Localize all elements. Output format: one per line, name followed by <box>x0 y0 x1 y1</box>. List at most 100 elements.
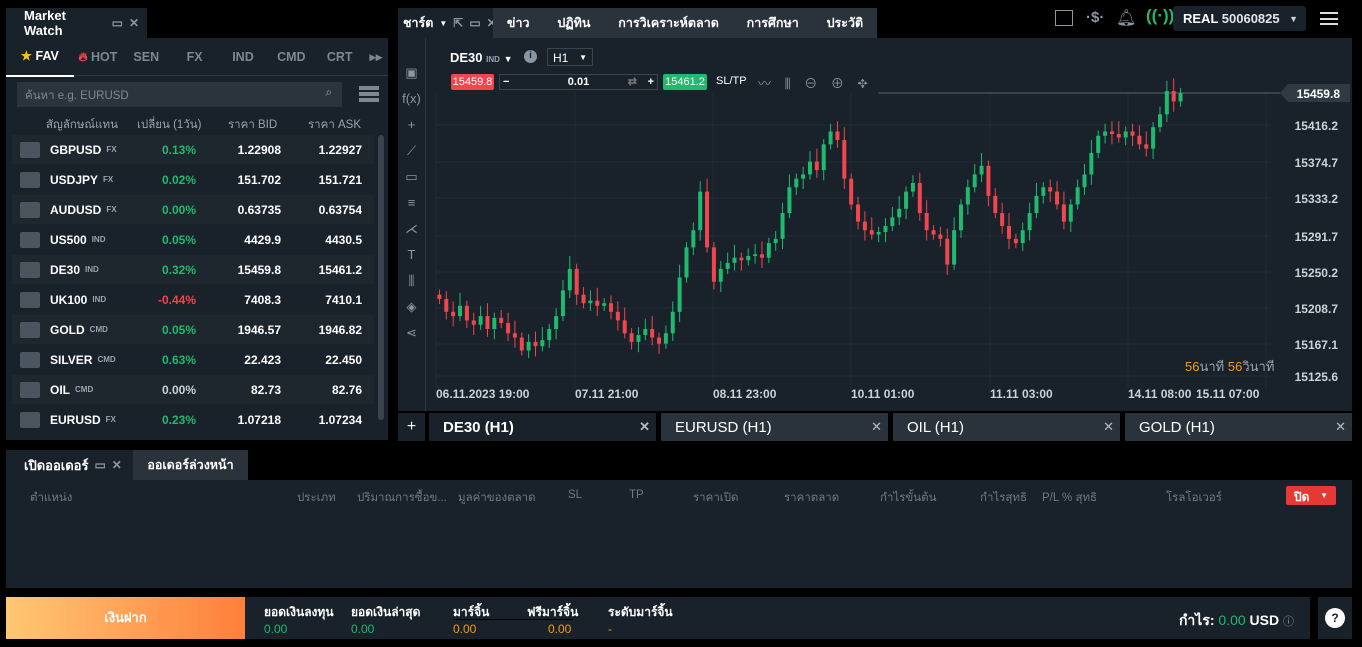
candle <box>1082 174 1087 188</box>
ask-price[interactable]: 7410.1 <box>325 293 362 307</box>
bid-price[interactable]: 1.22908 <box>238 143 281 157</box>
candle <box>938 234 943 239</box>
close-icon[interactable]: ✕ <box>1335 419 1346 435</box>
nav-calendar[interactable]: ปฏิทิน <box>557 13 590 33</box>
tab-label: EURUSD (H1) <box>675 418 772 436</box>
search-icon[interactable]: ⌕ <box>326 87 332 100</box>
maximize-icon[interactable]: ▭ <box>94 458 105 472</box>
market-watch-tab[interactable]: Market Watch ▭ ✕ <box>6 8 147 38</box>
open-orders-tab[interactable]: เปิดออเดอร์ ▭ ✕ <box>6 450 133 480</box>
close-icon[interactable]: ✕ <box>129 16 139 30</box>
chart-tab[interactable]: ชาร์ต ▼ ⇱ ▭ ✕ <box>398 8 497 38</box>
profit-display: กำไร: 0.00 USD ⓘ <box>1179 610 1294 632</box>
ask-price[interactable]: 1.22927 <box>319 143 362 157</box>
close-label: ปิด <box>1294 490 1310 504</box>
chart-tab-eurusd[interactable]: EURUSD (H1) ✕ <box>661 413 888 441</box>
tab-sen[interactable]: SEN <box>122 38 170 76</box>
candle <box>979 165 984 175</box>
ask-price[interactable]: 22.450 <box>325 353 362 367</box>
candle <box>560 290 565 317</box>
tab-cmd[interactable]: CMD <box>267 38 315 76</box>
watch-row[interactable]: UK100 IND -0.44% 7408.3 7410.1 <box>12 285 374 314</box>
tab-ind[interactable]: IND <box>219 38 267 76</box>
candle <box>1123 131 1128 138</box>
bid-price[interactable]: 151.702 <box>238 173 281 187</box>
account-type: REAL <box>1183 11 1219 26</box>
watch-row[interactable]: OIL CMD 0.00% 82.73 82.76 <box>12 375 374 404</box>
ask-price[interactable]: 15461.2 <box>319 263 362 277</box>
popout-icon[interactable]: ⇱ <box>453 16 463 30</box>
balance-label: ยอดเงินล่าสุด <box>351 605 421 619</box>
nav-history[interactable]: ประวัติ <box>827 13 864 33</box>
grid-view-icon[interactable] <box>359 86 379 102</box>
info-icon[interactable]: ⓘ <box>1283 616 1294 628</box>
search-placeholder: ค้นหา e.g. EURUSD <box>25 90 129 102</box>
chart-tab-gold[interactable]: GOLD (H1) ✕ <box>1125 413 1352 441</box>
sec-label: วินาที <box>1242 359 1275 374</box>
bell-icon[interactable]: 🔔︎ <box>1116 8 1136 28</box>
candle <box>526 341 531 351</box>
close-all-button[interactable]: ปิด ▼ <box>1286 486 1336 505</box>
watch-row[interactable]: AUDUSD FX 0.00% 0.63735 0.63754 <box>12 195 374 224</box>
ask-price[interactable]: 151.721 <box>319 173 362 187</box>
candle <box>952 230 957 265</box>
watch-row[interactable]: US500 IND 0.05% 4429.9 4430.5 <box>12 225 374 254</box>
maximize-icon[interactable]: ▭ <box>112 16 123 30</box>
y-tick-label: 15333.2 <box>1295 192 1339 206</box>
watch-row[interactable]: GOLD CMD 0.05% 1946.57 1946.82 <box>12 315 374 344</box>
search-input[interactable]: ค้นหา e.g. EURUSD ⌕ <box>17 82 342 107</box>
watch-row[interactable]: DE30 IND 0.32% 15459.8 15461.2 <box>12 255 374 284</box>
nav-education[interactable]: การศึกษา <box>747 13 799 33</box>
layout-icon[interactable] <box>1055 10 1073 26</box>
account-selector[interactable]: REAL 50060825 ▼ <box>1173 6 1306 31</box>
close-icon[interactable]: ✕ <box>871 419 882 435</box>
candle <box>780 213 785 239</box>
add-chart-button[interactable]: + <box>398 413 425 441</box>
ask-price[interactable]: 4430.5 <box>325 233 362 247</box>
watch-row[interactable]: EURUSD FX 0.23% 1.07218 1.07234 <box>12 405 374 434</box>
close-icon[interactable]: ✕ <box>1103 419 1114 435</box>
scrollbar[interactable] <box>378 135 384 420</box>
chart-tab-de30[interactable]: DE30 (H1) ✕ <box>429 413 656 441</box>
bid-price[interactable]: 82.73 <box>251 383 281 397</box>
ask-price[interactable]: 82.76 <box>332 383 362 397</box>
bid-price[interactable]: 0.63735 <box>238 203 281 217</box>
ask-price[interactable]: 0.63754 <box>319 203 362 217</box>
bid-price[interactable]: 22.423 <box>244 353 281 367</box>
chart-tab-oil[interactable]: OIL (H1) ✕ <box>893 413 1120 441</box>
bid-price[interactable]: 1.07218 <box>238 413 281 427</box>
candle <box>705 191 710 248</box>
more-tabs-icon[interactable]: ▸▸ <box>364 38 388 76</box>
nav-analysis[interactable]: การวิเคราะห์ตลาด <box>618 13 719 33</box>
bid-price[interactable]: 7408.3 <box>244 293 281 307</box>
candle <box>794 178 799 188</box>
bid-price[interactable]: 15459.8 <box>238 263 281 277</box>
watch-row[interactable]: USDJPY FX 0.02% 151.702 151.721 <box>12 165 374 194</box>
ask-price[interactable]: 1.07234 <box>319 413 362 427</box>
bid-price[interactable]: 1946.57 <box>238 323 281 337</box>
ask-price[interactable]: 1946.82 <box>319 323 362 337</box>
tab-hot[interactable]: 🔥︎ HOT <box>74 38 122 76</box>
tab-fx[interactable]: FX <box>170 38 218 76</box>
tab-crt[interactable]: CRT <box>316 38 364 76</box>
candle <box>478 316 483 325</box>
x-tick-label: 08.11 23:00 <box>713 387 777 401</box>
close-icon[interactable]: ✕ <box>639 419 650 435</box>
tab-fav[interactable]: ★ FAV <box>6 37 74 77</box>
bid-price[interactable]: 4429.9 <box>244 233 281 247</box>
watch-row[interactable]: GBPUSD FX 0.13% 1.22908 1.22927 <box>12 135 374 164</box>
pending-orders-tab[interactable]: ออเดอร์ล่วงหน้า <box>133 450 248 480</box>
candle <box>1116 134 1121 138</box>
candle <box>595 300 600 306</box>
dollar-icon[interactable]: ·$· <box>1086 9 1104 26</box>
close-icon[interactable]: ✕ <box>112 458 122 472</box>
candle <box>766 243 771 258</box>
deposit-button[interactable]: เงินฝาก <box>6 597 245 639</box>
nav-news[interactable]: ข่าว <box>507 13 530 33</box>
help-button[interactable]: ? <box>1318 597 1352 639</box>
maximize-icon[interactable]: ▭ <box>469 16 480 30</box>
change: 0.02% <box>161 172 196 187</box>
flag-icon <box>20 261 40 278</box>
watch-row[interactable]: SILVER CMD 0.63% 22.423 22.450 <box>12 345 374 374</box>
menu-icon[interactable] <box>1320 12 1338 25</box>
